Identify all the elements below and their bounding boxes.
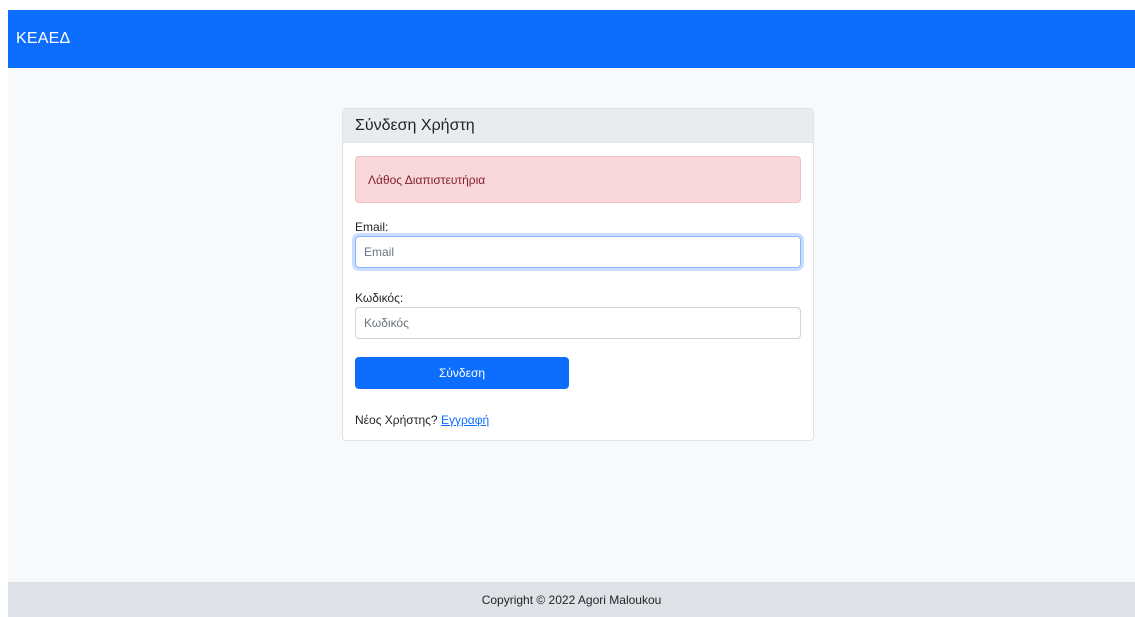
card-title: Σύνδεση Χρήστη [343, 109, 813, 143]
page: ΚΕΑΕΔ Σύνδεση Χρήστη Λάθος Διαπιστευτήρι… [8, 10, 1135, 617]
login-button[interactable]: Σύνδεση [355, 357, 569, 389]
top-navbar: ΚΕΑΕΔ [8, 10, 1135, 68]
new-user-text: Νέος Χρήστης? [355, 413, 438, 427]
email-label: Email: [355, 220, 389, 234]
password-label: Κωδικός: [355, 291, 404, 305]
copyright-text: Copyright © 2022 Agori Maloukou [481, 592, 662, 607]
register-prompt: Νέος Χρήστης? Εγγραφή [355, 413, 489, 427]
register-link[interactable]: Εγγραφή [441, 413, 489, 427]
error-alert: Λάθος Διαπιστευτήρια [355, 156, 801, 203]
brand-link[interactable]: ΚΕΑΕΔ [16, 30, 70, 48]
password-input[interactable] [355, 307, 801, 339]
login-card: Σύνδεση Χρήστη Λάθος Διαπιστευτήρια Emai… [342, 108, 814, 441]
email-input[interactable] [355, 236, 801, 268]
footer: Copyright © 2022 Agori Maloukou [8, 582, 1135, 617]
